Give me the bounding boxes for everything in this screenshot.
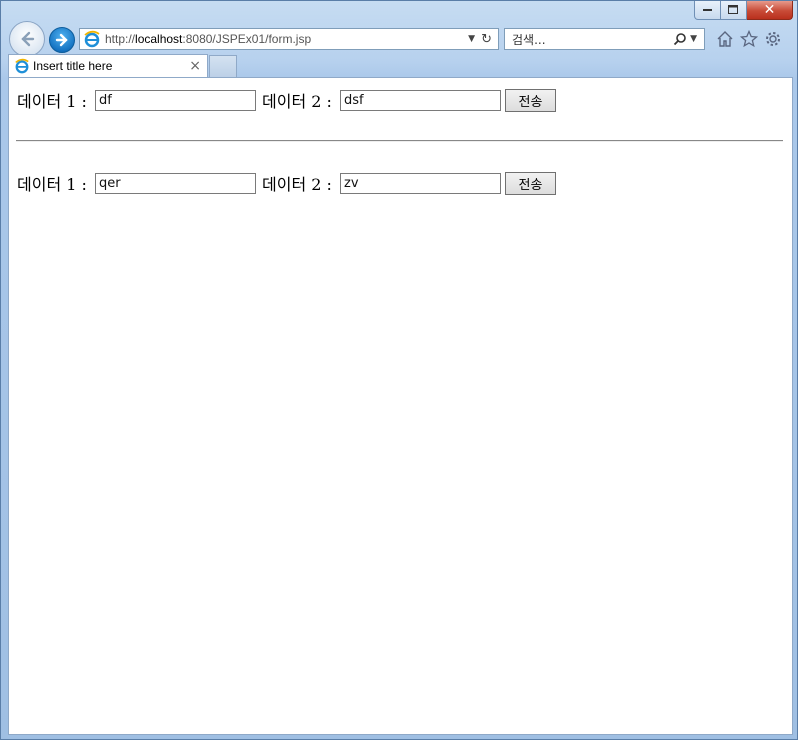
window-controls: ✕ <box>694 1 793 21</box>
data1-input[interactable] <box>95 89 256 111</box>
home-icon[interactable] <box>715 28 735 50</box>
minimize-icon <box>702 9 712 11</box>
data2-input[interactable] <box>340 89 501 111</box>
address-bar[interactable]: http://localhost:8080/JSPEx01/form.jsp ▼… <box>79 28 499 50</box>
toolbar-icons <box>715 28 783 50</box>
refresh-icon[interactable]: ↻ <box>481 32 492 47</box>
data2-label: 데이터 2 : <box>262 175 337 194</box>
gear-icon[interactable] <box>763 28 783 50</box>
form-row: 데이터 1 : 데이터 2 : 전송 <box>17 88 556 112</box>
close-window-button[interactable]: ✕ <box>747 1 793 20</box>
data1-input[interactable] <box>95 172 256 194</box>
page-content: 데이터 1 : 데이터 2 : 전송 데이터 1 : 데이터 2 : 전송 <box>8 77 793 735</box>
data1-label: 데이터 1 : <box>17 175 92 194</box>
form-row: 데이터 1 : 데이터 2 : 전송 <box>17 171 556 195</box>
url-text: http://localhost:8080/JSPEx01/form.jsp <box>105 32 312 46</box>
close-icon: ✕ <box>763 2 776 18</box>
search-placeholder: 검색... <box>512 32 546 47</box>
search-box[interactable]: 검색... ▼ <box>504 28 705 50</box>
new-tab-button[interactable] <box>209 55 237 77</box>
back-button[interactable] <box>9 21 45 57</box>
forward-button[interactable] <box>49 27 75 53</box>
restore-icon <box>728 5 738 14</box>
tab-title: Insert title here <box>33 59 113 73</box>
address-dropdown-icon[interactable]: ▼ <box>468 34 475 44</box>
submit-button[interactable]: 전송 <box>505 171 556 195</box>
submit-button[interactable]: 전송 <box>505 88 556 112</box>
tab-active[interactable]: Insert title here × <box>8 54 208 77</box>
data1-label: 데이터 1 : <box>17 92 92 111</box>
data2-label: 데이터 2 : <box>262 92 337 111</box>
tab-close-icon[interactable]: × <box>189 58 201 74</box>
browser-window: ✕ http://localhost:8080/JSPEx01/form.jsp… <box>0 0 798 740</box>
star-icon[interactable] <box>739 28 759 50</box>
data2-input[interactable] <box>340 172 501 194</box>
search-icon[interactable] <box>673 32 687 46</box>
minimize-button[interactable] <box>694 1 721 20</box>
tab-ie-logo-icon <box>15 58 29 74</box>
maximize-button[interactable] <box>721 1 747 20</box>
search-dropdown-icon[interactable]: ▼ <box>690 34 697 44</box>
divider <box>16 140 783 142</box>
ie-logo-icon <box>84 30 100 48</box>
forward-icon <box>55 33 68 47</box>
back-icon <box>21 31 35 47</box>
